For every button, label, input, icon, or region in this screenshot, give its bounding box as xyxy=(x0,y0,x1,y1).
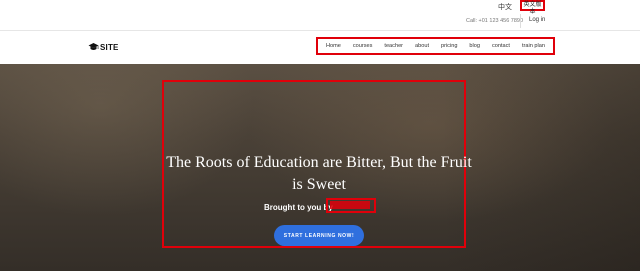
language-english-link[interactable]: 英文版本 xyxy=(520,0,545,15)
start-learning-button[interactable]: START LEARNING NOW! xyxy=(274,225,364,246)
hero-subtitle-author-highlight xyxy=(326,198,376,213)
nav-item-teacher[interactable]: teacher xyxy=(384,42,403,50)
call-phone-text: Call: +01 123 456 7890 xyxy=(466,18,524,24)
nav-item-blog[interactable]: blog xyxy=(469,42,480,50)
topbar-divider xyxy=(520,14,521,28)
site-logo[interactable]: SITE xyxy=(88,41,119,53)
nav-menu: Home courses teacher about pricing blog … xyxy=(316,37,555,55)
top-utility-bar: 中文 英文版本 Call: +01 123 456 7890 Log in xyxy=(0,0,640,30)
nav-item-home[interactable]: Home xyxy=(326,42,341,50)
hero-subtitle: Brought to you by xyxy=(264,203,333,212)
nav-item-courses[interactable]: courses xyxy=(353,42,373,50)
nav-item-train-plan[interactable]: train plan xyxy=(522,42,545,50)
logo-text: SITE xyxy=(100,42,119,52)
nav-item-about[interactable]: about xyxy=(415,42,429,50)
nav-item-pricing[interactable]: pricing xyxy=(441,42,457,50)
main-navbar: SITE Home courses teacher about pricing … xyxy=(0,31,640,64)
graduation-cap-icon xyxy=(88,43,99,50)
hero-title: The Roots of Education are Bitter, But t… xyxy=(166,154,472,193)
login-link[interactable]: Log in xyxy=(529,16,545,25)
language-chinese-link[interactable]: 中文 xyxy=(498,3,512,13)
nav-item-contact[interactable]: contact xyxy=(492,42,510,50)
